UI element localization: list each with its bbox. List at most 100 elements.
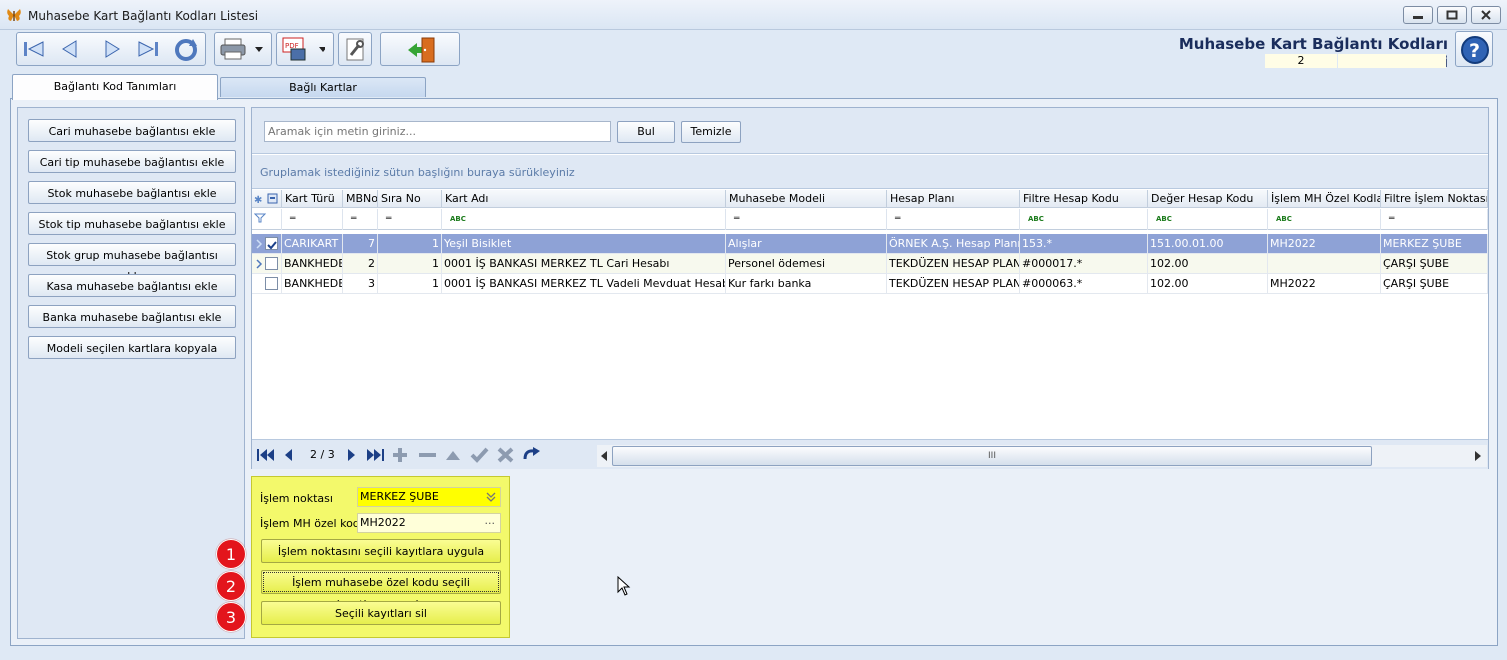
row-checkbox[interactable] — [265, 277, 278, 290]
refresh-icon — [175, 39, 197, 61]
export-group: PDF — [276, 32, 334, 66]
first-record-icon — [24, 41, 44, 57]
previous-record-button[interactable] — [55, 35, 85, 63]
text-filter-icon: ABC — [1028, 215, 1044, 223]
filter-cell[interactable]: ABC — [1268, 209, 1381, 230]
column-chooser-header[interactable]: ✱ — [252, 190, 282, 208]
column-header[interactable]: Hesap Planı — [887, 190, 1020, 208]
minimize-button[interactable] — [1403, 6, 1433, 24]
row-indicator[interactable] — [252, 274, 282, 294]
cell-kart-turu: CARIKART — [282, 234, 343, 254]
column-header[interactable]: MBNo — [343, 190, 378, 208]
previous-record-icon — [62, 40, 77, 58]
last-record-button[interactable] — [133, 35, 163, 63]
islem-noktasi-select[interactable]: MERKEZ ŞUBE — [357, 487, 501, 507]
column-header[interactable]: İşlem MH Özel Kodları — [1268, 190, 1381, 208]
tab-baglanti-kod-tanimlari[interactable]: Bağlantı Kod Tanımları — [12, 74, 218, 100]
copy-model-button[interactable]: Modeli seçilen kartlara kopyala — [28, 336, 236, 359]
scrollbar-thumb[interactable]: III — [612, 446, 1372, 466]
svg-text:✱: ✱ — [254, 195, 262, 206]
chevron-down-icon[interactable] — [485, 491, 497, 503]
refresh-button[interactable] — [171, 35, 201, 63]
column-header[interactable]: Muhasebe Modeli — [726, 190, 887, 208]
help-icon: ? — [1461, 36, 1489, 64]
butterfly-icon — [7, 9, 21, 21]
ellipsis-button[interactable]: ... — [485, 512, 496, 530]
exit-button[interactable] — [405, 35, 435, 63]
nav-save-icon[interactable] — [470, 447, 490, 463]
horizontal-scrollbar[interactable]: III — [597, 445, 1487, 467]
table-row[interactable]: BANKHEDE 3 1 0001 İŞ BANKASI MERKEZ TL V… — [252, 274, 1488, 294]
filter-cell[interactable]: ABC — [1148, 209, 1268, 230]
nav-add-icon[interactable] — [392, 447, 412, 463]
tab-bagli-kartlar[interactable]: Bağlı Kartlar — [220, 77, 426, 97]
apply-ozel-kod-button[interactable]: İşlem muhasebe özel kodu seçili kayıtlar… — [261, 570, 501, 611]
nav-refresh-icon[interactable] — [522, 447, 542, 463]
delete-selected-button[interactable]: Seçili kayıtları sil — [261, 601, 501, 625]
add-cari-link-button[interactable]: Cari muhasebe bağlantısı ekle — [28, 119, 236, 142]
filter-cell[interactable]: ABC — [1020, 209, 1148, 230]
scroll-left-icon[interactable] — [600, 451, 608, 461]
filter-cell[interactable]: ═ — [1381, 209, 1488, 230]
add-stok-link-button[interactable]: Stok muhasebe bağlantısı ekle — [28, 181, 236, 204]
search-input[interactable] — [264, 121, 611, 142]
svg-text:?: ? — [1469, 40, 1480, 62]
row-indicator[interactable] — [252, 254, 282, 274]
filter-cell[interactable]: ═ — [282, 209, 343, 230]
nav-cancel-icon[interactable] — [496, 447, 516, 463]
ozel-kod-label: İşlem MH özel kodu — [260, 517, 367, 530]
help-button[interactable]: ? — [1455, 31, 1493, 67]
column-header[interactable]: Değer Hesap Kodu — [1148, 190, 1268, 208]
nav-first-icon[interactable] — [256, 447, 276, 463]
apply-islem-noktasi-button[interactable]: İşlem noktasını seçili kayıtlara uygula — [261, 539, 501, 563]
cell-filtre-islem-noktasi: ÇARŞI ŞUBE — [1381, 274, 1488, 294]
row-expand-icon — [256, 239, 263, 249]
nav-last-icon[interactable] — [366, 447, 386, 463]
record-count-extra — [1338, 54, 1446, 68]
row-expand-icon — [256, 259, 263, 269]
next-record-button[interactable] — [97, 35, 127, 63]
add-cari-tip-link-button[interactable]: Cari tip muhasebe bağlantısı ekle — [28, 150, 236, 173]
nav-edit-icon[interactable] — [444, 447, 464, 463]
column-header[interactable]: Sıra No — [378, 190, 442, 208]
column-header[interactable]: Filtre Hesap Kodu — [1020, 190, 1148, 208]
column-header[interactable]: Filtre İşlem Noktası — [1381, 190, 1488, 208]
navigation-group — [16, 32, 206, 66]
cell-filtre-islem-noktasi: ÇARŞI ŞUBE — [1381, 254, 1488, 274]
filter-cell[interactable]: ═ — [726, 209, 887, 230]
export-pdf-button[interactable]: PDF — [279, 35, 329, 63]
group-by-area[interactable]: Gruplamak istediğiniz sütun başlığını bu… — [252, 155, 1488, 189]
cell-kart-adi: Yeşil Bisiklet — [442, 234, 726, 254]
add-stok-grup-link-button[interactable]: Stok grup muhasebe bağlantısı ekle — [28, 243, 236, 283]
row-checkbox[interactable] — [265, 237, 278, 250]
table-row[interactable]: CARIKART 7 1 Yeşil Bisiklet Alışlar ÖRNE… — [252, 234, 1488, 254]
scroll-right-icon[interactable] — [1474, 451, 1482, 461]
page-settings-button[interactable] — [340, 35, 370, 63]
add-banka-link-button[interactable]: Banka muhasebe bağlantısı ekle — [28, 305, 236, 328]
column-header[interactable]: Kart Türü — [282, 190, 343, 208]
nav-next-icon[interactable] — [346, 447, 358, 463]
nav-delete-icon[interactable] — [418, 447, 438, 463]
add-stok-tip-link-button[interactable]: Stok tip muhasebe bağlantısı ekle — [28, 212, 236, 235]
ozel-kod-input[interactable]: MH2022 ... — [357, 513, 501, 533]
filter-cell[interactable]: ═ — [343, 209, 378, 230]
nav-previous-icon[interactable] — [282, 447, 294, 463]
cell-islem-mh-ozel-kodu: MH2022 — [1268, 274, 1381, 294]
close-button[interactable] — [1471, 6, 1501, 24]
find-button[interactable]: Bul — [617, 121, 675, 143]
add-kasa-link-button[interactable]: Kasa muhasebe bağlantısı ekle — [28, 274, 236, 297]
column-header[interactable]: Kart Adı — [442, 190, 726, 208]
clear-button[interactable]: Temizle — [681, 121, 741, 143]
filter-cell[interactable]: ═ — [887, 209, 1020, 230]
islem-noktasi-label: İşlem noktası — [260, 492, 333, 505]
filter-cell[interactable]: ABC — [442, 209, 726, 230]
first-record-button[interactable] — [19, 35, 49, 63]
print-button[interactable] — [217, 35, 267, 63]
row-indicator[interactable] — [252, 234, 282, 254]
row-checkbox[interactable] — [265, 257, 278, 270]
cell-kart-turu: BANKHEDE — [282, 274, 343, 294]
maximize-button[interactable] — [1437, 6, 1467, 24]
filter-icon[interactable] — [252, 209, 282, 230]
filter-cell[interactable]: ═ — [378, 209, 442, 230]
table-row[interactable]: BANKHEDE 2 1 0001 İŞ BANKASI MERKEZ TL C… — [252, 254, 1488, 274]
